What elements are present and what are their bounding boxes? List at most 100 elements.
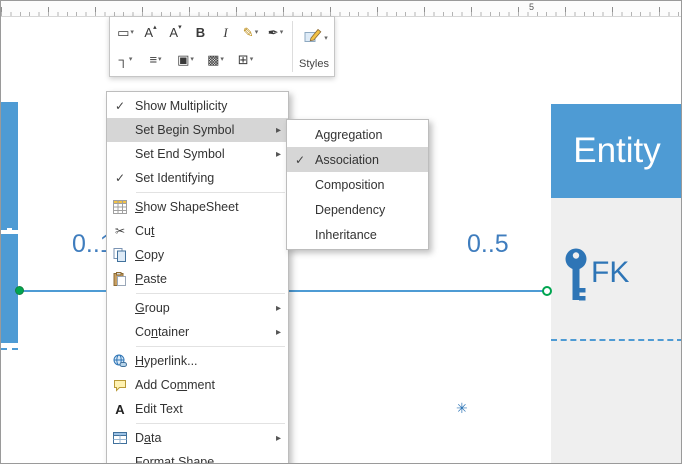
bold-button[interactable]: B [189, 20, 212, 44]
dropdown-caret-icon: ▾ [220, 56, 224, 63]
submenu-arrow-icon: ▸ [275, 326, 281, 338]
menu-separator [136, 293, 285, 294]
entity-title: Entity [573, 131, 661, 170]
menu-separator [136, 423, 285, 424]
connector-endpoint-right[interactable] [542, 286, 552, 296]
decrease-font-button[interactable]: A ▾ [164, 20, 187, 44]
text-block-button[interactable]: ▭ ▾ [114, 20, 137, 44]
entity-header: Entity [551, 104, 681, 198]
menu-item-composition[interactable]: Composition [287, 172, 428, 197]
dropdown-caret-icon: ▾ [279, 29, 284, 36]
menu-item-label: Cut [135, 224, 155, 238]
menu-item-label: Set End Symbol [135, 147, 225, 161]
send-backward-button[interactable]: ▩ ▾ [204, 47, 227, 71]
connector-button[interactable]: ┐ ▾ [114, 47, 137, 71]
set-begin-symbol-submenu: Aggregation ✓ Association Composition Depend… [286, 119, 429, 250]
menu-item-label: Group [135, 301, 170, 315]
foreign-key-row: FK [563, 248, 629, 311]
menu-item-label: Add Comment [135, 378, 215, 392]
menu-item-set-identifying[interactable]: ✓ Set Identifying [107, 166, 288, 190]
line-style-button[interactable]: ✒ ▾ [264, 20, 287, 44]
menu-item-label: Set Begin Symbol [135, 123, 235, 137]
menu-item-container[interactable]: Container ▸ [107, 320, 288, 344]
list-icon: ≡ [149, 51, 158, 67]
menu-separator [136, 346, 285, 347]
submenu-arrow-icon: ▸ [275, 148, 281, 160]
increase-font-button[interactable]: A ▴ [139, 20, 162, 44]
dropdown-caret-icon: ▾ [324, 35, 328, 42]
line-style-icon: ✒ [267, 24, 279, 40]
styles-pen-icon [304, 27, 323, 49]
send-backward-icon: ▩ [207, 51, 220, 67]
menu-item-dependency[interactable]: Dependency [287, 197, 428, 222]
connector-endpoint-left[interactable] [15, 286, 24, 295]
menu-item-set-end-symbol[interactable]: Set End Symbol ▸ [107, 142, 288, 166]
submenu-arrow-icon: ▸ [275, 124, 281, 136]
menu-item-label: Data [135, 431, 162, 445]
entity-shape[interactable]: Entity FK [551, 104, 681, 463]
cut-icon: ✂ [114, 224, 126, 238]
menu-item-data[interactable]: Data ▸ [107, 426, 288, 450]
entity-body: FK [551, 198, 681, 463]
bold-icon: B [195, 24, 206, 40]
left-entity-shape[interactable] [1, 102, 18, 343]
ruler-ticks [1, 5, 681, 16]
menu-item-label: Container [135, 325, 190, 339]
dropdown-caret-icon: ▾ [190, 56, 194, 63]
comment-icon [107, 378, 133, 392]
connector-icon: ┐ [118, 51, 128, 67]
decrease-font-icon: A [169, 24, 179, 40]
menu-item-add-comment[interactable]: Add Comment [107, 373, 288, 397]
toolbar-row-1: ▭ ▾ A ▴ A ▾ B I ✎ ▾ ✒ ▾ [114, 20, 287, 44]
entity-dashed-divider [551, 339, 681, 341]
mini-toolbar: ▭ ▾ A ▴ A ▾ B I ✎ ▾ ✒ ▾ ┐ ▾ ≡ ▾ ▣ ▾ ▩ ▾ ⊞ ▾ ▾ Styles [109, 16, 335, 77]
menu-item-set-begin-symbol[interactable]: Set Begin Symbol ▸ [107, 118, 288, 142]
menu-item-label: Association [315, 152, 379, 167]
left-entity-dashed-line [1, 348, 18, 350]
multiplicity-label-right: 0..5 [467, 230, 509, 258]
menu-item-label: Inheritance [315, 227, 377, 242]
submenu-arrow-icon: ▸ [275, 432, 281, 444]
edit-text-icon: A [115, 401, 125, 417]
menu-item-label: Edit Text [135, 402, 183, 416]
menu-item-label: Format Shape [135, 455, 215, 464]
menu-item-cut[interactable]: ✂ Cut [107, 219, 288, 243]
position-button[interactable]: ⊞ ▾ [234, 47, 257, 71]
data-icon [107, 431, 133, 445]
check-icon: ✓ [114, 99, 126, 113]
menu-item-label: Composition [315, 177, 385, 192]
context-menu: ✓ Show Multiplicity Set Begin Symbol ▸ Set E… [106, 91, 289, 464]
fk-label: FK [591, 256, 630, 289]
list-button[interactable]: ≡ ▾ [144, 47, 167, 71]
dropdown-caret-icon: ▾ [254, 29, 259, 36]
menu-item-format-shape[interactable]: Format Shape [107, 450, 288, 464]
italic-button[interactable]: I [214, 20, 237, 44]
bring-forward-button[interactable]: ▣ ▾ [174, 47, 197, 71]
dropdown-caret-icon: ▾ [158, 56, 162, 63]
text-block-icon: ▭ [117, 24, 130, 40]
italic-icon: I [223, 24, 228, 40]
position-icon: ⊞ [237, 51, 249, 67]
highlighter-button[interactable]: ✎ ▾ [239, 20, 262, 44]
menu-item-inheritance[interactable]: Inheritance [287, 222, 428, 247]
font-size-arrow-icon: ▴ [153, 24, 157, 31]
menu-item-label: Hyperlink... [135, 354, 198, 368]
menu-item-copy[interactable]: Copy [107, 243, 288, 267]
menu-item-edit-text[interactable]: A Edit Text [107, 397, 288, 421]
menu-item-show-multiplicity[interactable]: ✓ Show Multiplicity [107, 94, 288, 118]
toolbar-row-2: ┐ ▾ ≡ ▾ ▣ ▾ ▩ ▾ ⊞ ▾ [114, 47, 257, 71]
menu-item-association[interactable]: ✓ Association [287, 147, 428, 172]
menu-item-label: Dependency [315, 202, 386, 217]
menu-item-aggregation[interactable]: Aggregation [287, 122, 428, 147]
dropdown-caret-icon: ▾ [130, 29, 134, 36]
menu-item-hyperlink[interactable]: Hyperlink... [107, 349, 288, 373]
menu-separator [136, 192, 285, 193]
styles-button[interactable]: ▾ [298, 22, 334, 54]
shapesheet-icon [107, 200, 133, 214]
menu-item-paste[interactable]: Paste [107, 267, 288, 291]
visio-drawing-window: 5 0..1 0..5 Entity FK ✳ ▭ ▾ A ▴ A ▾ B I … [0, 0, 682, 464]
check-icon: ✓ [114, 171, 126, 185]
menu-item-group[interactable]: Group ▸ [107, 296, 288, 320]
menu-item-show-shapesheet[interactable]: Show ShapeSheet [107, 195, 288, 219]
highlighter-icon: ✎ [242, 24, 254, 40]
